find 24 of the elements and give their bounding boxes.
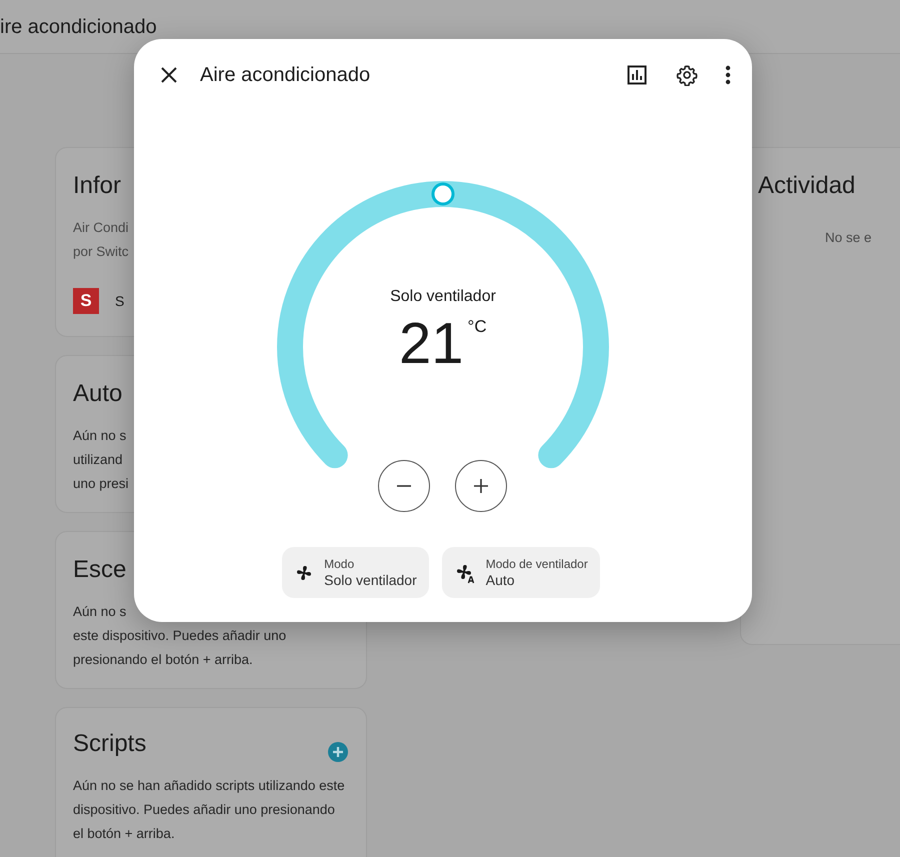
card-title: Scripts xyxy=(73,729,146,759)
plus-icon xyxy=(473,478,489,494)
card-text: Aún no s este dispositivo. Puedes añadir uno presionando el botón + arriba. xyxy=(73,603,288,669)
card-title: Actividad xyxy=(758,171,856,201)
empty-message: No se e xyxy=(824,229,873,247)
decrease-button[interactable] xyxy=(378,460,430,512)
card-title: Esce xyxy=(73,555,126,585)
temperature-unit: °C xyxy=(468,316,487,338)
mode-selector[interactable]: Modo Solo ventilador xyxy=(282,547,429,598)
device-name: S xyxy=(115,292,124,310)
target-temperature: 21 xyxy=(399,310,464,378)
brand-logo: S xyxy=(73,288,99,314)
card-title: Auto xyxy=(73,379,122,409)
card-text: Aún no s utilizand uno presi xyxy=(73,427,130,493)
increase-button[interactable] xyxy=(455,460,507,512)
hvac-mode-label: Solo ventilador xyxy=(389,287,497,307)
add-icon[interactable] xyxy=(327,740,349,762)
dial-thumb[interactable] xyxy=(432,182,454,206)
card-text: Aún no se han añadido scripts utilizando este dispositivo. Puedes añadir uno presionando el botón + arriba. xyxy=(73,777,346,843)
card-title: Infor xyxy=(73,171,122,201)
minus-icon xyxy=(396,485,412,487)
card-text: Air Condi por Switc xyxy=(73,219,130,261)
dialog-title: Aire acondicionado xyxy=(200,63,372,88)
mode-selector[interactable]: Modo de ventilador Auto xyxy=(442,547,600,598)
